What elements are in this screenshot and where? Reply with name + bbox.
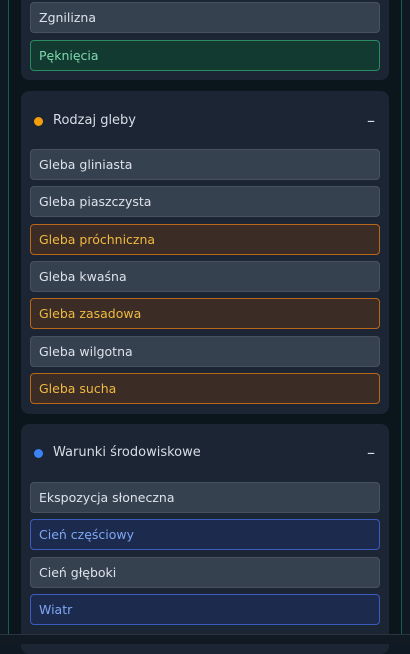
filter-item-pekniecia[interactable]: Pęknięcia (30, 40, 380, 71)
filter-item-cien-czesciowy[interactable]: Cień częściowy (30, 519, 380, 550)
panel-header[interactable]: Warunki środowiskowe – (21, 424, 389, 484)
filter-item-gleba-sucha[interactable]: Gleba sucha (30, 373, 380, 404)
filter-item-gleba-piaszczysta[interactable]: Gleba piaszczysta (30, 186, 380, 217)
filter-item-gleba-kwasna[interactable]: Gleba kwaśna (30, 261, 380, 292)
filter-panel-damage: Zgnilizna Pęknięcia (21, 0, 389, 80)
filter-item-wiatr[interactable]: Wiatr (30, 594, 380, 625)
status-dot-icon (34, 117, 43, 126)
panel-title: Rodzaj gleby (53, 113, 136, 128)
collapse-icon[interactable]: – (363, 113, 379, 129)
filter-panel-environment: Warunki środowiskowe – Ekspozycja słonec… (21, 424, 389, 654)
filter-panel-soil-type: Rodzaj gleby – Gleba gliniasta Gleba pia… (21, 91, 389, 414)
filter-item-zgnilizna[interactable]: Zgnilizna (30, 2, 380, 33)
filter-item-gleba-prochniczna[interactable]: Gleba próchniczna (30, 224, 380, 255)
status-dot-icon (34, 449, 43, 458)
panel-title: Warunki środowiskowe (53, 445, 201, 460)
filter-item-gleba-gliniasta[interactable]: Gleba gliniasta (30, 149, 380, 180)
collapse-icon[interactable]: – (363, 445, 379, 461)
panel-header[interactable]: Rodzaj gleby – (21, 91, 389, 151)
filter-item-gleba-wilgotna[interactable]: Gleba wilgotna (30, 336, 380, 367)
filter-item-ekspozycja-sloneczna[interactable]: Ekspozycja słoneczna (30, 482, 380, 513)
filter-item-gleba-zasadowa[interactable]: Gleba zasadowa (30, 298, 380, 329)
filter-item-cien-gleboki[interactable]: Cień głęboki (30, 557, 380, 588)
